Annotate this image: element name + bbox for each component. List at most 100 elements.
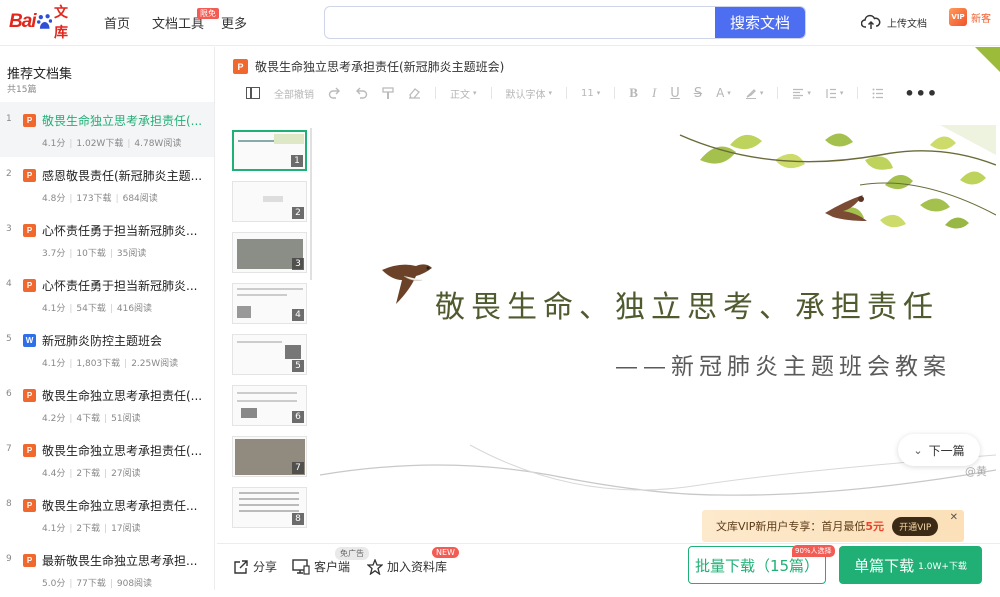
sidebar-count: 共15篇 — [7, 85, 37, 95]
vip-promo-banner[interactable]: 文库VIP新用户专享：首月最低 5元 开通VIP ✕ — [702, 510, 964, 542]
bold-icon[interactable]: B — [629, 85, 638, 101]
top-bar: Bai 文库 首页 文档工具 限免 更多 搜索文档 上传文档 VIP 新客 — [0, 0, 1000, 46]
slide-thumbnail[interactable]: 3 — [232, 232, 307, 273]
sidebar-title: 推荐文档集 — [7, 67, 73, 82]
list-item-downloads: 1.02W下载 — [76, 139, 124, 149]
undo-all-button[interactable]: 全部撤销 — [274, 86, 314, 101]
slide-thumbnail[interactable]: 4 — [232, 283, 307, 324]
list-item-downloads: 2下载 — [76, 469, 101, 479]
client-label: 客户端 — [314, 560, 351, 574]
thumbnail-number: 2 — [292, 207, 304, 219]
paragraph-style-select[interactable]: 正文 ▾ — [450, 86, 477, 101]
list-item[interactable]: 1 P 敬畏生命独立思考承担责任(... 4.1分 | 1.02W下载 | 4.78W阅读 — [0, 102, 214, 157]
slide-thumbnail[interactable]: 1 — [232, 130, 307, 171]
thumbnail-number: 3 — [292, 258, 304, 270]
font-color-icon[interactable]: A ▾ — [716, 86, 731, 100]
ppt-file-icon: P — [23, 279, 36, 292]
baidu-paw-icon — [36, 14, 52, 29]
client-button[interactable]: 客户端 — [292, 558, 350, 575]
undo-icon[interactable] — [355, 87, 368, 99]
open-vip-button[interactable]: 开通VIP — [892, 516, 939, 536]
format-painter-icon[interactable] — [382, 86, 394, 100]
list-item-downloads: 1,803下载 — [76, 359, 121, 369]
list-item[interactable]: 6 P 敬畏生命独立思考承担责任(... 4.2分 | 4下载 | 51阅读 — [0, 377, 214, 432]
new-guest-label: 新客 — [971, 13, 991, 25]
next-document-button[interactable]: ⌄ 下一篇 — [898, 434, 980, 466]
upload-label: 上传文档 — [887, 18, 927, 30]
thumbnail-strip: 1 2 3 4 5 6 7 8 — [230, 125, 310, 540]
italic-icon[interactable]: I — [652, 85, 656, 101]
list-item-score: 4.1分 — [42, 139, 66, 149]
font-family-select[interactable]: 默认字体 ▾ — [506, 86, 553, 101]
layout-toggle-icon[interactable] — [232, 87, 260, 99]
ppt-file-icon: P — [23, 169, 36, 182]
list-item-title: 心怀责任勇于担当新冠肺炎... — [42, 279, 198, 293]
line-spacing-icon[interactable]: ▾ — [825, 88, 843, 99]
page-corner-fold — [975, 47, 1000, 72]
list-item-reads: 35阅读 — [116, 249, 147, 259]
list-item-meta: 4.1分 | 1,803下载 | 2.25W阅读 — [42, 359, 179, 369]
share-button[interactable]: 分享 — [233, 558, 277, 575]
more-icon[interactable]: ••• — [904, 84, 938, 103]
single-download-button[interactable]: 单篇下载 1.0W+下载 — [839, 546, 982, 584]
slide-thumbnail[interactable]: 5 — [232, 334, 307, 375]
list-item[interactable]: 7 P 敬畏生命独立思考承担责任(... 4.4分 | 2下载 | 27阅读 — [0, 432, 214, 487]
list-item-number: 5 — [6, 334, 12, 344]
share-icon — [234, 559, 248, 574]
search-input[interactable] — [325, 7, 715, 38]
baidu-wenku-logo[interactable]: Bai 文库 — [9, 5, 81, 41]
slide-thumbnail[interactable]: 6 — [232, 385, 307, 426]
thumbnail-number: 7 — [292, 462, 304, 474]
thumbnail-scrollbar[interactable] — [310, 128, 312, 280]
new-guest-button[interactable]: VIP 新客 — [949, 8, 991, 26]
list-item-number: 1 — [6, 114, 12, 124]
slide-title: 敬畏生命、独立思考、承担责任 — [435, 290, 939, 325]
slide-thumbnail[interactable]: 8 — [232, 487, 307, 528]
slide-subtitle: ——新冠肺炎主题班会教案 — [615, 354, 951, 380]
close-icon[interactable]: ✕ — [950, 512, 958, 523]
eraser-icon[interactable] — [408, 87, 421, 99]
upload-doc-button[interactable]: 上传文档 — [861, 14, 927, 30]
monitor-icon — [292, 558, 310, 575]
list-item-title: 敬畏生命独立思考承担责任(... — [42, 444, 202, 458]
list-item-number: 9 — [6, 554, 12, 564]
list-item-title: 敬畏生命独立思考承担责任... — [42, 499, 198, 513]
nav-home[interactable]: 首页 — [104, 13, 130, 32]
slide-thumbnail[interactable]: 7 — [232, 436, 307, 477]
highlight-icon[interactable]: ▾ — [745, 87, 763, 99]
list-item-title: 感恩敬畏责任(新冠肺炎主题... — [42, 169, 202, 183]
list-item[interactable]: 3 P 心怀责任勇于担当新冠肺炎... 3.7分 | 10下载 | 35阅读 — [0, 212, 214, 267]
vip-promo-price: 5元 — [865, 520, 885, 533]
list-item-reads: 51阅读 — [111, 414, 141, 424]
search-box: 搜索文档 — [324, 6, 806, 39]
list-item-number: 2 — [6, 169, 12, 179]
list-item[interactable]: 2 P 感恩敬畏责任(新冠肺炎主题... 4.8分 | 173下载 | 684阅读 — [0, 157, 214, 212]
underline-icon[interactable]: U — [670, 86, 680, 101]
ppt-file-icon: P — [233, 59, 248, 74]
font-size-select[interactable]: 11 ▾ — [581, 88, 600, 99]
ppt-file-icon: P — [23, 224, 36, 237]
new-badge: NEW — [432, 547, 459, 558]
thumbnail-number: 4 — [292, 309, 304, 321]
slide-thumbnail[interactable]: 2 — [232, 181, 307, 222]
list-item-downloads: 173下载 — [76, 194, 112, 204]
list-item[interactable]: 9 P 最新敬畏生命独立思考承担... 5.0分 | 77下载 | 908阅读 — [0, 542, 214, 597]
list-item[interactable]: 5 W 新冠肺炎防控主题班会 4.1分 | 1,803下载 | 2.25W阅读 — [0, 322, 214, 377]
list-item-score: 3.7分 — [42, 249, 66, 259]
redo-icon[interactable] — [328, 87, 341, 99]
list-item-reads: 908阅读 — [116, 579, 153, 589]
slide-canvas: 敬畏生命、独立思考、承担责任 ——新冠肺炎主题班会教案 @黄 — [320, 125, 996, 543]
single-download-count: 1.0W+下载 — [918, 561, 967, 572]
strikethrough-icon[interactable]: S — [694, 86, 702, 101]
list-icon[interactable] — [872, 88, 884, 99]
list-item[interactable]: 8 P 敬畏生命独立思考承担责任... 4.1分 | 2下载 | 17阅读 — [0, 487, 214, 542]
nav-more[interactable]: 更多 — [221, 13, 247, 32]
search-button[interactable]: 搜索文档 — [715, 7, 805, 38]
slide-decoration — [320, 125, 996, 496]
list-item-number: 8 — [6, 499, 12, 509]
align-icon[interactable]: ▾ — [792, 88, 811, 99]
list-item[interactable]: 4 P 心怀责任勇于担当新冠肺炎... 4.1分 | 54下载 | 416阅读 — [0, 267, 214, 322]
chevron-double-down-icon: ⌄ — [913, 443, 923, 457]
add-library-button[interactable]: 加入资料库 — [367, 558, 447, 575]
share-label: 分享 — [253, 560, 278, 574]
